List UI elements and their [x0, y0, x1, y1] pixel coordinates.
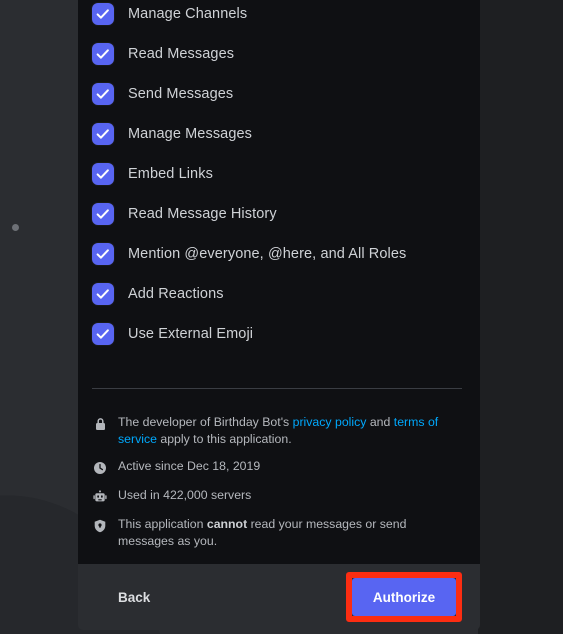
info-row-developer-policies: The developer of Birthday Bot's privacy …	[92, 414, 466, 447]
info-text-active-since: Active since Dec 18, 2019	[118, 459, 261, 473]
check-icon	[96, 289, 109, 299]
authorize-button-highlight-wrapper: Authorize	[346, 572, 462, 622]
info-row-message-access: This application cannot read your messag…	[92, 516, 466, 549]
access-emphasis: cannot	[206, 517, 248, 531]
permission-label: Manage Messages	[128, 126, 253, 142]
info-row-active-since: Active since Dec 18, 2019	[92, 458, 466, 476]
back-button[interactable]: Back	[96, 582, 172, 613]
authorize-button[interactable]: Authorize	[352, 578, 456, 616]
modal-footer: Back Authorize	[78, 564, 480, 630]
permission-label: Read Messages	[128, 46, 235, 62]
shield-icon	[92, 517, 108, 534]
permission-checkbox[interactable]	[92, 283, 114, 305]
check-icon	[96, 49, 109, 59]
permission-checkbox[interactable]	[92, 123, 114, 145]
permission-checkbox[interactable]	[92, 323, 114, 345]
modal-body: Manage Channels Read Messages Send Message…	[78, 0, 480, 564]
policy-suffix: apply to this application.	[156, 431, 292, 446]
permission-checkbox[interactable]	[92, 163, 114, 185]
check-icon	[96, 9, 109, 19]
permission-label: Send Messages	[128, 86, 234, 102]
robot-icon	[92, 488, 108, 505]
permission-checkbox[interactable]	[92, 83, 114, 105]
info-row-server-count: Used in 422,000 servers	[92, 487, 466, 505]
permission-checkbox[interactable]	[92, 3, 114, 25]
clock-icon	[92, 459, 108, 476]
policy-prefix: The developer of Birthday Bot's	[118, 415, 293, 429]
permission-label: Mention @everyone, @here, and All Roles	[128, 246, 407, 262]
permission-label: Add Reactions	[128, 286, 224, 302]
lock-icon	[92, 415, 108, 432]
permission-row[interactable]: Manage Messages	[78, 114, 480, 154]
permission-row[interactable]: Read Messages	[78, 34, 480, 74]
info-text-server-count: Used in 422,000 servers	[118, 488, 252, 502]
permissions-list: Manage Channels Read Messages Send Message…	[78, 0, 480, 354]
check-icon	[96, 129, 109, 139]
permission-label: Read Message History	[128, 206, 277, 222]
authorize-app-modal: Manage Channels Read Messages Send Message…	[78, 0, 480, 630]
check-icon	[96, 249, 109, 259]
info-text-developer-policies: The developer of Birthday Bot's privacy …	[118, 414, 463, 447]
check-icon	[96, 89, 109, 99]
info-text-message-access: This application cannot read your messag…	[118, 516, 463, 549]
access-prefix: This application	[118, 517, 207, 531]
permission-label: Manage Channels	[128, 6, 248, 22]
permission-label: Use External Emoji	[128, 326, 254, 342]
check-icon	[96, 169, 109, 179]
permission-label: Embed Links	[128, 166, 213, 182]
permission-row[interactable]: Add Reactions	[78, 274, 480, 314]
policy-middle: and	[366, 415, 394, 429]
screen: Manage Channels Read Messages Send Message…	[0, 0, 563, 634]
permission-row[interactable]: Send Messages	[78, 74, 480, 114]
permission-row[interactable]: Use External Emoji	[78, 314, 480, 354]
section-divider	[92, 388, 462, 389]
permission-row[interactable]: Manage Channels	[78, 0, 480, 34]
permission-row[interactable]: Read Message History	[78, 194, 480, 234]
permission-checkbox[interactable]	[92, 243, 114, 265]
permission-row[interactable]: Mention @everyone, @here, and All Roles	[78, 234, 480, 274]
permission-checkbox[interactable]	[92, 43, 114, 65]
page-backdrop-right	[478, 0, 563, 634]
privacy-policy-link[interactable]: privacy policy	[293, 415, 367, 429]
check-icon	[96, 329, 109, 339]
backdrop-dot	[12, 224, 19, 231]
permission-checkbox[interactable]	[92, 203, 114, 225]
check-icon	[96, 209, 109, 219]
app-info-list: The developer of Birthday Bot's privacy …	[92, 414, 466, 560]
permission-row[interactable]: Embed Links	[78, 154, 480, 194]
